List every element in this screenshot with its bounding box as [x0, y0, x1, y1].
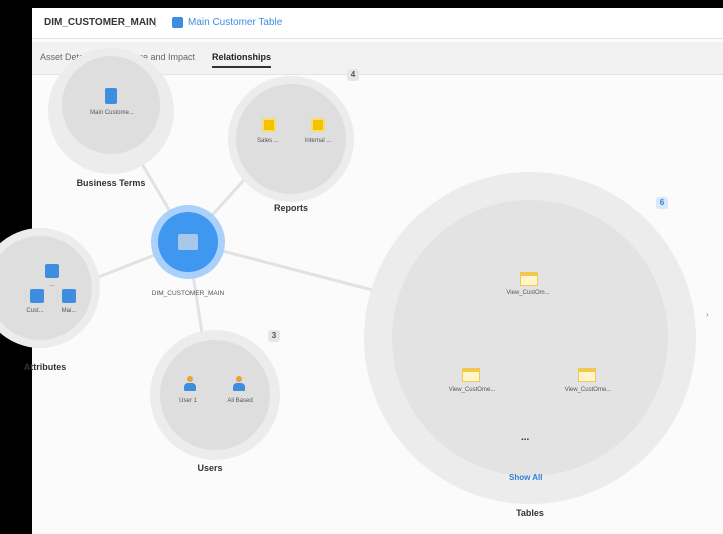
- report-icon: [262, 118, 276, 132]
- table-icon: [520, 272, 538, 286]
- table-icon: [462, 368, 480, 382]
- tables-label: Tables: [516, 508, 544, 518]
- attributes-label: Attributes: [23, 362, 67, 372]
- report-item[interactable]: Internal ...: [298, 138, 338, 144]
- user-item[interactable]: User 1: [168, 398, 208, 404]
- user-icon: [183, 376, 197, 392]
- reports-label: Reports: [273, 203, 308, 213]
- chevron-right-icon[interactable]: ›: [706, 310, 709, 319]
- business-term-item[interactable]: Main Custome...: [72, 110, 152, 116]
- user-item[interactable]: Ali Based: [218, 398, 262, 404]
- user-icon: [232, 376, 246, 392]
- table-item[interactable]: View_CustOme...: [432, 387, 512, 393]
- tables-ellipsis: ...: [521, 432, 530, 443]
- attribute-item[interactable]: Cust...: [20, 308, 50, 314]
- table-item[interactable]: View_CustOm...: [488, 290, 568, 296]
- table-icon: [578, 368, 596, 382]
- users-label: Users: [197, 463, 223, 473]
- business-terms-label: Business Terms: [76, 178, 146, 188]
- business-term-icon: [105, 88, 117, 104]
- users-count-badge[interactable]: 3: [268, 330, 280, 342]
- business-terms-inner: [62, 56, 160, 154]
- show-all-link[interactable]: Show All: [509, 473, 542, 482]
- report-item[interactable]: Sales ...: [248, 138, 288, 144]
- tables-count-badge[interactable]: 6: [656, 197, 668, 209]
- relationship-graph: Main Custome... Business Terms 4 Sales .…: [0, 0, 723, 534]
- table-item[interactable]: View_CustOme...: [548, 387, 628, 393]
- attribute-icon: [62, 289, 76, 303]
- attribute-icon: [30, 289, 44, 303]
- users-inner: [160, 340, 270, 450]
- tables-inner: [392, 200, 668, 476]
- center-node-label: DIM_CUSTOMER_MAIN: [151, 290, 225, 297]
- reports-count-badge[interactable]: 4: [347, 69, 359, 81]
- attribute-item[interactable]: Mai...: [54, 308, 84, 314]
- attribute-item[interactable]: ...: [30, 282, 74, 288]
- attribute-icon: [45, 264, 59, 278]
- table-icon: [178, 234, 198, 250]
- report-icon: [311, 118, 325, 132]
